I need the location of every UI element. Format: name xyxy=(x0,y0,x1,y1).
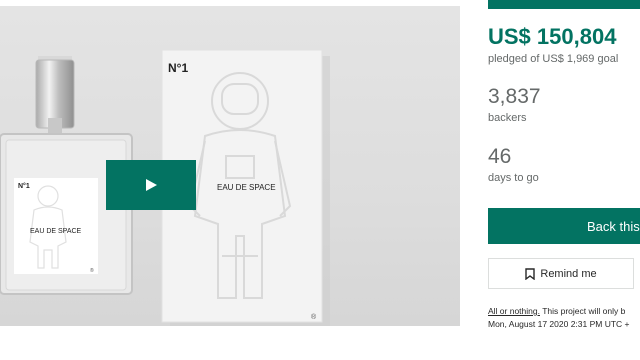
remind-me-label: Remind me xyxy=(540,267,597,280)
project-video[interactable]: N°1 EAU DE SPACE ® N°1 EAU DE SPACE ® xyxy=(0,6,460,326)
box-registered: ® xyxy=(311,313,317,321)
media-bottom-strip xyxy=(0,326,460,360)
backers-label: backers xyxy=(488,112,527,124)
note-deadline: Mon, August 17 2020 2:31 PM UTC + xyxy=(488,319,630,329)
pledged-amount: US$ 150,804 xyxy=(488,24,617,49)
box-brand: N°1 xyxy=(168,61,188,75)
back-project-button[interactable]: Back this xyxy=(488,208,640,244)
days-count: 46 xyxy=(488,145,512,168)
funding-progress-bar xyxy=(488,0,640,9)
play-icon xyxy=(146,179,157,191)
note-line1: This project will only b xyxy=(539,306,626,316)
backers-count: 3,837 xyxy=(488,85,541,108)
funding-note: All or nothing. This project will only b… xyxy=(488,305,640,331)
bottle-label: EAU DE SPACE xyxy=(30,228,82,235)
remind-me-button[interactable]: Remind me xyxy=(488,258,634,289)
product-image: N°1 EAU DE SPACE ® N°1 EAU DE SPACE ® xyxy=(0,49,330,326)
bottle-brand: N°1 xyxy=(18,182,30,190)
bookmark-icon xyxy=(525,267,536,280)
pledged-goal-text: pledged of US$ 1,969 goal xyxy=(488,53,619,65)
back-project-label: Back this xyxy=(587,218,640,234)
play-button[interactable] xyxy=(106,160,196,210)
bottle-registered: ® xyxy=(90,267,94,274)
days-label: days to go xyxy=(488,172,539,184)
all-or-nothing-link[interactable]: All or nothing. xyxy=(488,306,540,316)
box-label: EAU DE SPACE xyxy=(217,183,276,192)
